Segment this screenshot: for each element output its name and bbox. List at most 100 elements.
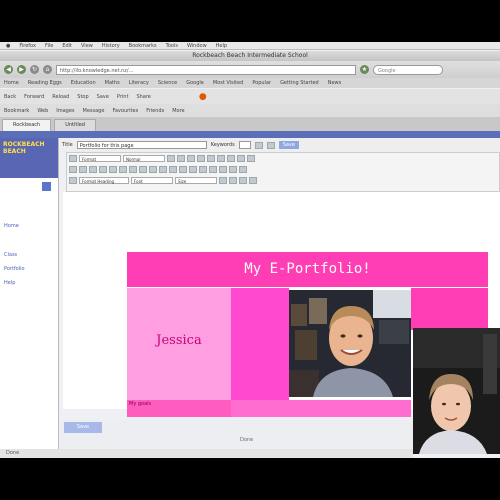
bookmark-item[interactable]: Home: [4, 78, 19, 88]
anchor-icon[interactable]: [209, 166, 217, 173]
special-char-icon[interactable]: [239, 166, 247, 173]
list-icon[interactable]: [149, 166, 157, 173]
toolbar-item[interactable]: Back: [4, 94, 16, 100]
flash-icon[interactable]: [239, 177, 247, 184]
strike-icon[interactable]: [99, 166, 107, 173]
underline-icon[interactable]: [89, 166, 97, 173]
undo-icon[interactable]: [197, 155, 205, 162]
bookmark-item[interactable]: News: [328, 78, 342, 88]
small-save-button[interactable]: Save: [64, 422, 102, 433]
search-input[interactable]: Google: [373, 64, 443, 75]
forward-icon[interactable]: ▶: [17, 65, 26, 74]
paragraph-icon[interactable]: [69, 177, 77, 184]
color-icon[interactable]: [219, 166, 227, 173]
indent-icon[interactable]: [169, 166, 177, 173]
settings-icon[interactable]: [42, 182, 51, 191]
reload-icon[interactable]: ↻: [30, 65, 39, 74]
outdent-icon[interactable]: [179, 166, 187, 173]
toolbar-item[interactable]: Reload: [52, 94, 69, 100]
redo-icon[interactable]: [207, 155, 215, 162]
apple-icon[interactable]: ●: [6, 43, 10, 49]
toolbar-item[interactable]: Stop: [77, 94, 88, 100]
cut-icon[interactable]: [167, 155, 175, 162]
menu-window[interactable]: Window: [187, 43, 207, 49]
format-select[interactable]: Format: [79, 155, 121, 162]
link-icon[interactable]: [189, 166, 197, 173]
align-left-icon[interactable]: [109, 166, 117, 173]
bold-icon[interactable]: [69, 166, 77, 173]
bookmark-star-icon[interactable]: ★: [360, 65, 369, 74]
bookmark-item[interactable]: Education: [71, 78, 96, 88]
replace-icon[interactable]: [227, 155, 235, 162]
right-cell: [411, 288, 488, 330]
style-select[interactable]: Normal: [123, 155, 165, 162]
keywords-input[interactable]: [238, 141, 251, 149]
bookmark-item[interactable]: Literacy: [129, 78, 149, 88]
alert-icon[interactable]: ●: [199, 92, 207, 102]
menu-view[interactable]: View: [81, 43, 93, 49]
toolbar-item[interactable]: Images: [56, 108, 74, 114]
menu-firefox[interactable]: Firefox: [19, 43, 36, 49]
back-icon[interactable]: ◀: [4, 65, 13, 74]
sidebar-header: ROCKBEACH BEACH: [0, 138, 58, 178]
align-center-icon[interactable]: [119, 166, 127, 173]
sidebar-link[interactable]: Class: [4, 252, 44, 258]
highlight-icon[interactable]: [229, 166, 237, 173]
bookmark-item[interactable]: Most Visited: [213, 78, 243, 88]
sidebar-link[interactable]: Portfolio: [4, 266, 44, 272]
copy-icon[interactable]: [177, 155, 185, 162]
preview-icon[interactable]: [266, 141, 275, 149]
menu-file[interactable]: File: [45, 43, 53, 49]
toolbar-item[interactable]: Bookmark: [4, 108, 29, 114]
toolbar-item[interactable]: Print: [117, 94, 129, 100]
table-icon[interactable]: [247, 155, 255, 162]
toolbar-item[interactable]: More: [172, 108, 184, 114]
toolbar-item[interactable]: Web: [37, 108, 48, 114]
name-footer: My goals: [127, 400, 231, 417]
menu-history[interactable]: History: [102, 43, 120, 49]
sidebar-link[interactable]: Home: [4, 223, 44, 229]
justify-icon[interactable]: [139, 166, 147, 173]
home-icon[interactable]: ⌂: [43, 65, 52, 74]
toolbar-item[interactable]: Share: [136, 94, 150, 100]
menu-bookmarks[interactable]: Bookmarks: [129, 43, 157, 49]
tab-rockbeach[interactable]: Rockbeach: [2, 119, 52, 131]
menu-help[interactable]: Help: [216, 43, 227, 49]
bookmark-item[interactable]: Maths: [105, 78, 120, 88]
align-right-icon[interactable]: [129, 166, 137, 173]
menu-tools[interactable]: Tools: [166, 43, 178, 49]
toolbar-item[interactable]: Forward: [24, 94, 44, 100]
toolbar-item[interactable]: Friends: [146, 108, 164, 114]
smiley-icon[interactable]: [219, 177, 227, 184]
keywords-label: Keywords: [210, 142, 235, 148]
toolbar-item[interactable]: Favourites: [112, 108, 138, 114]
tab-untitled[interactable]: Untitled: [54, 119, 96, 131]
unlink-icon[interactable]: [199, 166, 207, 173]
tertiary-toolbar: Bookmark Web Images Message Favourites F…: [0, 104, 500, 117]
image-icon[interactable]: [237, 155, 245, 162]
title-input[interactable]: Portfolio for this page: [76, 141, 207, 149]
toolbar-item[interactable]: Message: [83, 108, 105, 114]
font-select[interactable]: Font: [131, 177, 173, 184]
sidebar-link[interactable]: Help: [4, 280, 44, 286]
heading-select[interactable]: Format Heading: [79, 177, 129, 184]
media-icon[interactable]: [229, 177, 237, 184]
paste-icon[interactable]: [187, 155, 195, 162]
find-icon[interactable]: [217, 155, 225, 162]
help-icon[interactable]: [249, 177, 257, 184]
size-select[interactable]: Size: [175, 177, 217, 184]
source-icon[interactable]: [69, 155, 77, 162]
bookmark-item[interactable]: Google: [186, 78, 204, 88]
italic-icon[interactable]: [79, 166, 87, 173]
bookmark-item[interactable]: Getting Started: [280, 78, 319, 88]
numbered-list-icon[interactable]: [159, 166, 167, 173]
bookmark-item[interactable]: Popular: [252, 78, 271, 88]
tab-bar: Rockbeach Untitled: [0, 117, 500, 131]
bookmark-item[interactable]: Science: [158, 78, 177, 88]
toolbar-item[interactable]: Save: [97, 94, 109, 100]
url-field[interactable]: http://ilo.knowledge.net.nz/...: [56, 64, 356, 75]
arrow-icon[interactable]: [254, 141, 263, 149]
save-button[interactable]: Save: [278, 141, 299, 149]
bookmark-item[interactable]: Reading Eggs: [28, 78, 62, 88]
menu-edit[interactable]: Edit: [62, 43, 72, 49]
